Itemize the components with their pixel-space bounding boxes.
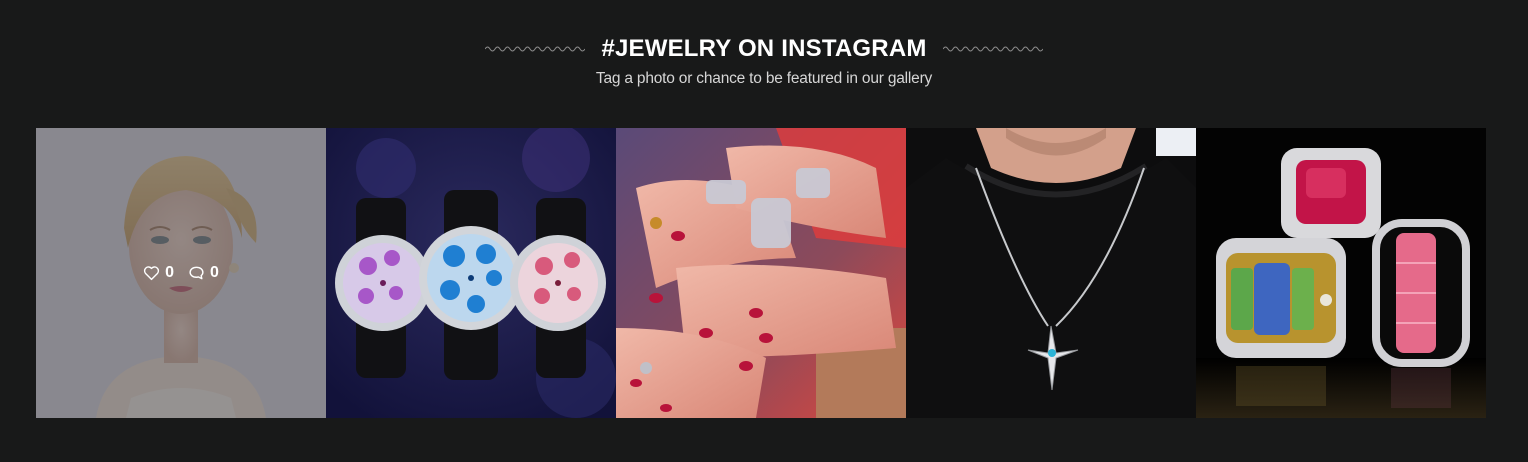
section-header: #JEWELRY ON INSTAGRAM Tag a photo or cha… [0, 30, 1528, 88]
likes-stat: 0 [143, 264, 174, 282]
hover-overlay: 0 0 [36, 128, 326, 418]
wavy-line-right-icon [942, 46, 1043, 52]
gallery-item-woman-earrings[interactable]: 0 0 [36, 128, 326, 418]
instagram-gallery: 0 0 [36, 128, 1486, 418]
gallery-item-hands-bracelets[interactable] [616, 128, 906, 418]
heart-icon [143, 266, 160, 281]
wavy-line-left-icon [485, 46, 586, 52]
hands-bracelets-image [616, 128, 906, 418]
floral-watches-image [326, 128, 616, 418]
gallery-item-floral-watches[interactable] [326, 128, 616, 418]
gallery-item-cross-pendant[interactable] [906, 128, 1196, 418]
section-title: #JEWELRY ON INSTAGRAM [601, 35, 927, 62]
gemstone-rings-image [1196, 128, 1486, 418]
section-subtitle: Tag a photo or chance to be featured in … [595, 70, 933, 87]
gallery-item-gemstone-rings[interactable] [1196, 128, 1486, 418]
comment-bubble-icon [189, 266, 204, 280]
cross-pendant-image [906, 128, 1196, 418]
title-row: #JEWELRY ON INSTAGRAM [0, 30, 1528, 68]
likes-count: 0 [165, 264, 174, 281]
comments-count: 0 [210, 264, 219, 281]
comments-stat: 0 [188, 264, 219, 282]
